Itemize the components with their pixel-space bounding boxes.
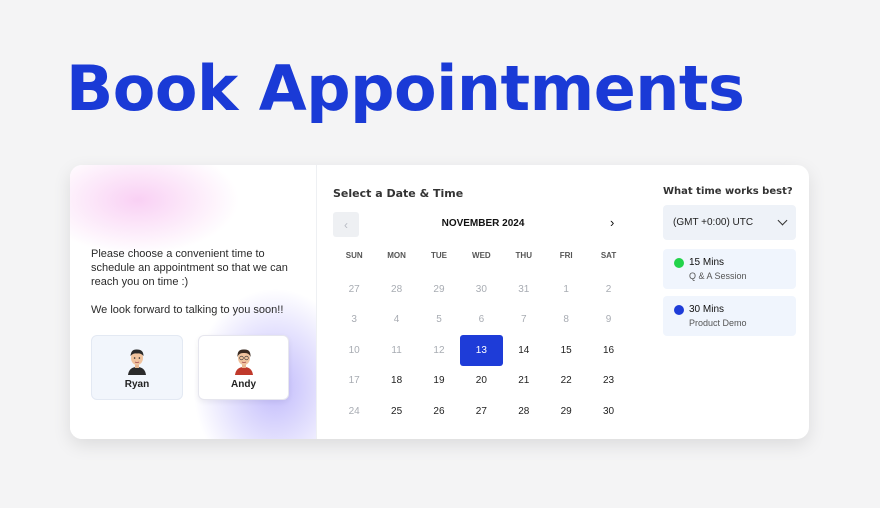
person-name: Ryan: [124, 379, 150, 390]
weekday-label: SAT: [600, 251, 617, 260]
calendar-day[interactable]: 19: [418, 366, 460, 397]
prev-month-button[interactable]: ‹: [333, 212, 359, 237]
calendar-day-disabled: 7: [520, 314, 527, 326]
calendar-day-disabled: 27: [348, 283, 360, 295]
calendar-day[interactable]: 28: [503, 396, 545, 427]
calendar-day-disabled: 1: [563, 283, 569, 295]
calendar-week: 17 18 19 20 21 22 23: [333, 366, 630, 397]
calendar-grid: 27 28 29 30 31 1 2 3 4 5 6 7 8 9 10 11 1…: [333, 274, 630, 427]
calendar-day-disabled: 29: [433, 283, 445, 295]
calendar-day-disabled: 9: [605, 314, 612, 326]
calendar-day-disabled: 24: [348, 405, 360, 417]
calendar-day-selected[interactable]: 13: [460, 334, 503, 366]
calendar-day-disabled: 6: [478, 314, 485, 326]
option-label: Product Demo: [689, 318, 747, 328]
weekday-label: THU: [515, 251, 532, 260]
calendar-title: Select a Date & Time: [333, 187, 464, 200]
calendar-day-disabled: 8: [563, 314, 569, 326]
weekday-label: SUN: [345, 251, 363, 260]
intro-line: We look forward to talking to you soon!!: [91, 304, 284, 316]
page-headline: Book Appointments: [66, 52, 745, 125]
green-dot-icon: [674, 258, 684, 268]
weekday-label: MON: [387, 251, 406, 260]
calendar-day[interactable]: 26: [418, 396, 460, 427]
selected-day-label: 13: [460, 334, 503, 366]
timezone-select[interactable]: (GMT +0:00) UTC: [663, 205, 796, 240]
next-month-button[interactable]: ›: [610, 215, 614, 230]
calendar-day-disabled: 3: [351, 314, 357, 326]
calendar-day[interactable]: 22: [545, 366, 587, 397]
time-panel: What time works best? (GMT +0:00) UTC 15…: [663, 165, 803, 439]
time-panel-title: What time works best?: [663, 186, 793, 197]
month-label: NOVEMBER 2024: [441, 218, 525, 229]
calendar-week: 27 28 29 30 31 1 2: [333, 274, 630, 305]
calendar-day[interactable]: 27: [460, 396, 502, 427]
calendar-day-disabled: 2: [605, 283, 612, 295]
weekday-label: FRI: [559, 251, 573, 260]
intro-panel: Please choose a convenient time to sched…: [70, 165, 317, 439]
option-duration: 15 Mins: [689, 257, 725, 268]
weekday-header: SUN MON TUE WED THU FRI SAT: [333, 251, 630, 260]
person-card-andy[interactable]: Andy: [198, 335, 289, 400]
calendar-day-disabled: 11: [391, 344, 402, 356]
intro-text: Please choose a convenient time to sched…: [91, 247, 311, 317]
calendar-day[interactable]: 25: [375, 396, 417, 427]
avatar-ryan-icon: [128, 349, 146, 375]
person-card-ryan[interactable]: Ryan: [91, 335, 183, 400]
avatar-andy-icon: [234, 349, 253, 375]
calendar-day[interactable]: 29: [545, 396, 587, 427]
calendar-day[interactable]: 15: [545, 335, 587, 366]
weekday-label: TUE: [430, 251, 447, 260]
calendar-week: 24 25 26 27 28 29 30: [333, 396, 630, 427]
calendar-week: 10 11 12 13 14 15 16: [333, 334, 630, 366]
booking-card: Please choose a convenient time to sched…: [70, 165, 809, 439]
blue-dot-icon: [674, 305, 684, 315]
calendar-day[interactable]: 18: [375, 366, 417, 397]
option-duration: 30 Mins: [689, 304, 725, 315]
calendar-day[interactable]: 20: [460, 366, 502, 397]
calendar-day[interactable]: 23: [587, 366, 629, 397]
calendar-day-disabled: 5: [436, 314, 442, 326]
calendar-day-disabled: 30: [475, 283, 487, 295]
calendar-day[interactable]: 21: [503, 366, 545, 397]
calendar-day[interactable]: 30: [587, 396, 629, 427]
calendar-day-disabled: 4: [393, 314, 400, 326]
calendar-panel: Select a Date & Time ‹ NOVEMBER 2024 › S…: [318, 165, 638, 439]
calendar-week: 3 4 5 6 7 8 9: [333, 305, 630, 336]
calendar-day-disabled: 17: [348, 375, 360, 387]
calendar-day[interactable]: 14: [503, 335, 545, 366]
calendar-day[interactable]: 16: [587, 335, 629, 366]
meeting-option-30-mins[interactable]: 30 Mins Product Demo: [663, 296, 796, 336]
person-name: Andy: [231, 379, 256, 390]
weekday-label: WED: [472, 251, 491, 260]
calendar-day-disabled: 28: [391, 283, 403, 295]
chevron-down-icon: [777, 215, 788, 226]
meeting-option-15-mins[interactable]: 15 Mins Q & A Session: [663, 249, 796, 289]
option-label: Q & A Session: [689, 271, 747, 281]
intro-line: Please choose a convenient time to sched…: [91, 248, 288, 288]
calendar-day-disabled: 12: [433, 344, 445, 356]
calendar-day-disabled: 31: [518, 283, 530, 295]
calendar-day-disabled: 10: [348, 344, 360, 356]
timezone-value: (GMT +0:00) UTC: [673, 217, 754, 228]
decorative-blob-pink: [70, 165, 240, 255]
